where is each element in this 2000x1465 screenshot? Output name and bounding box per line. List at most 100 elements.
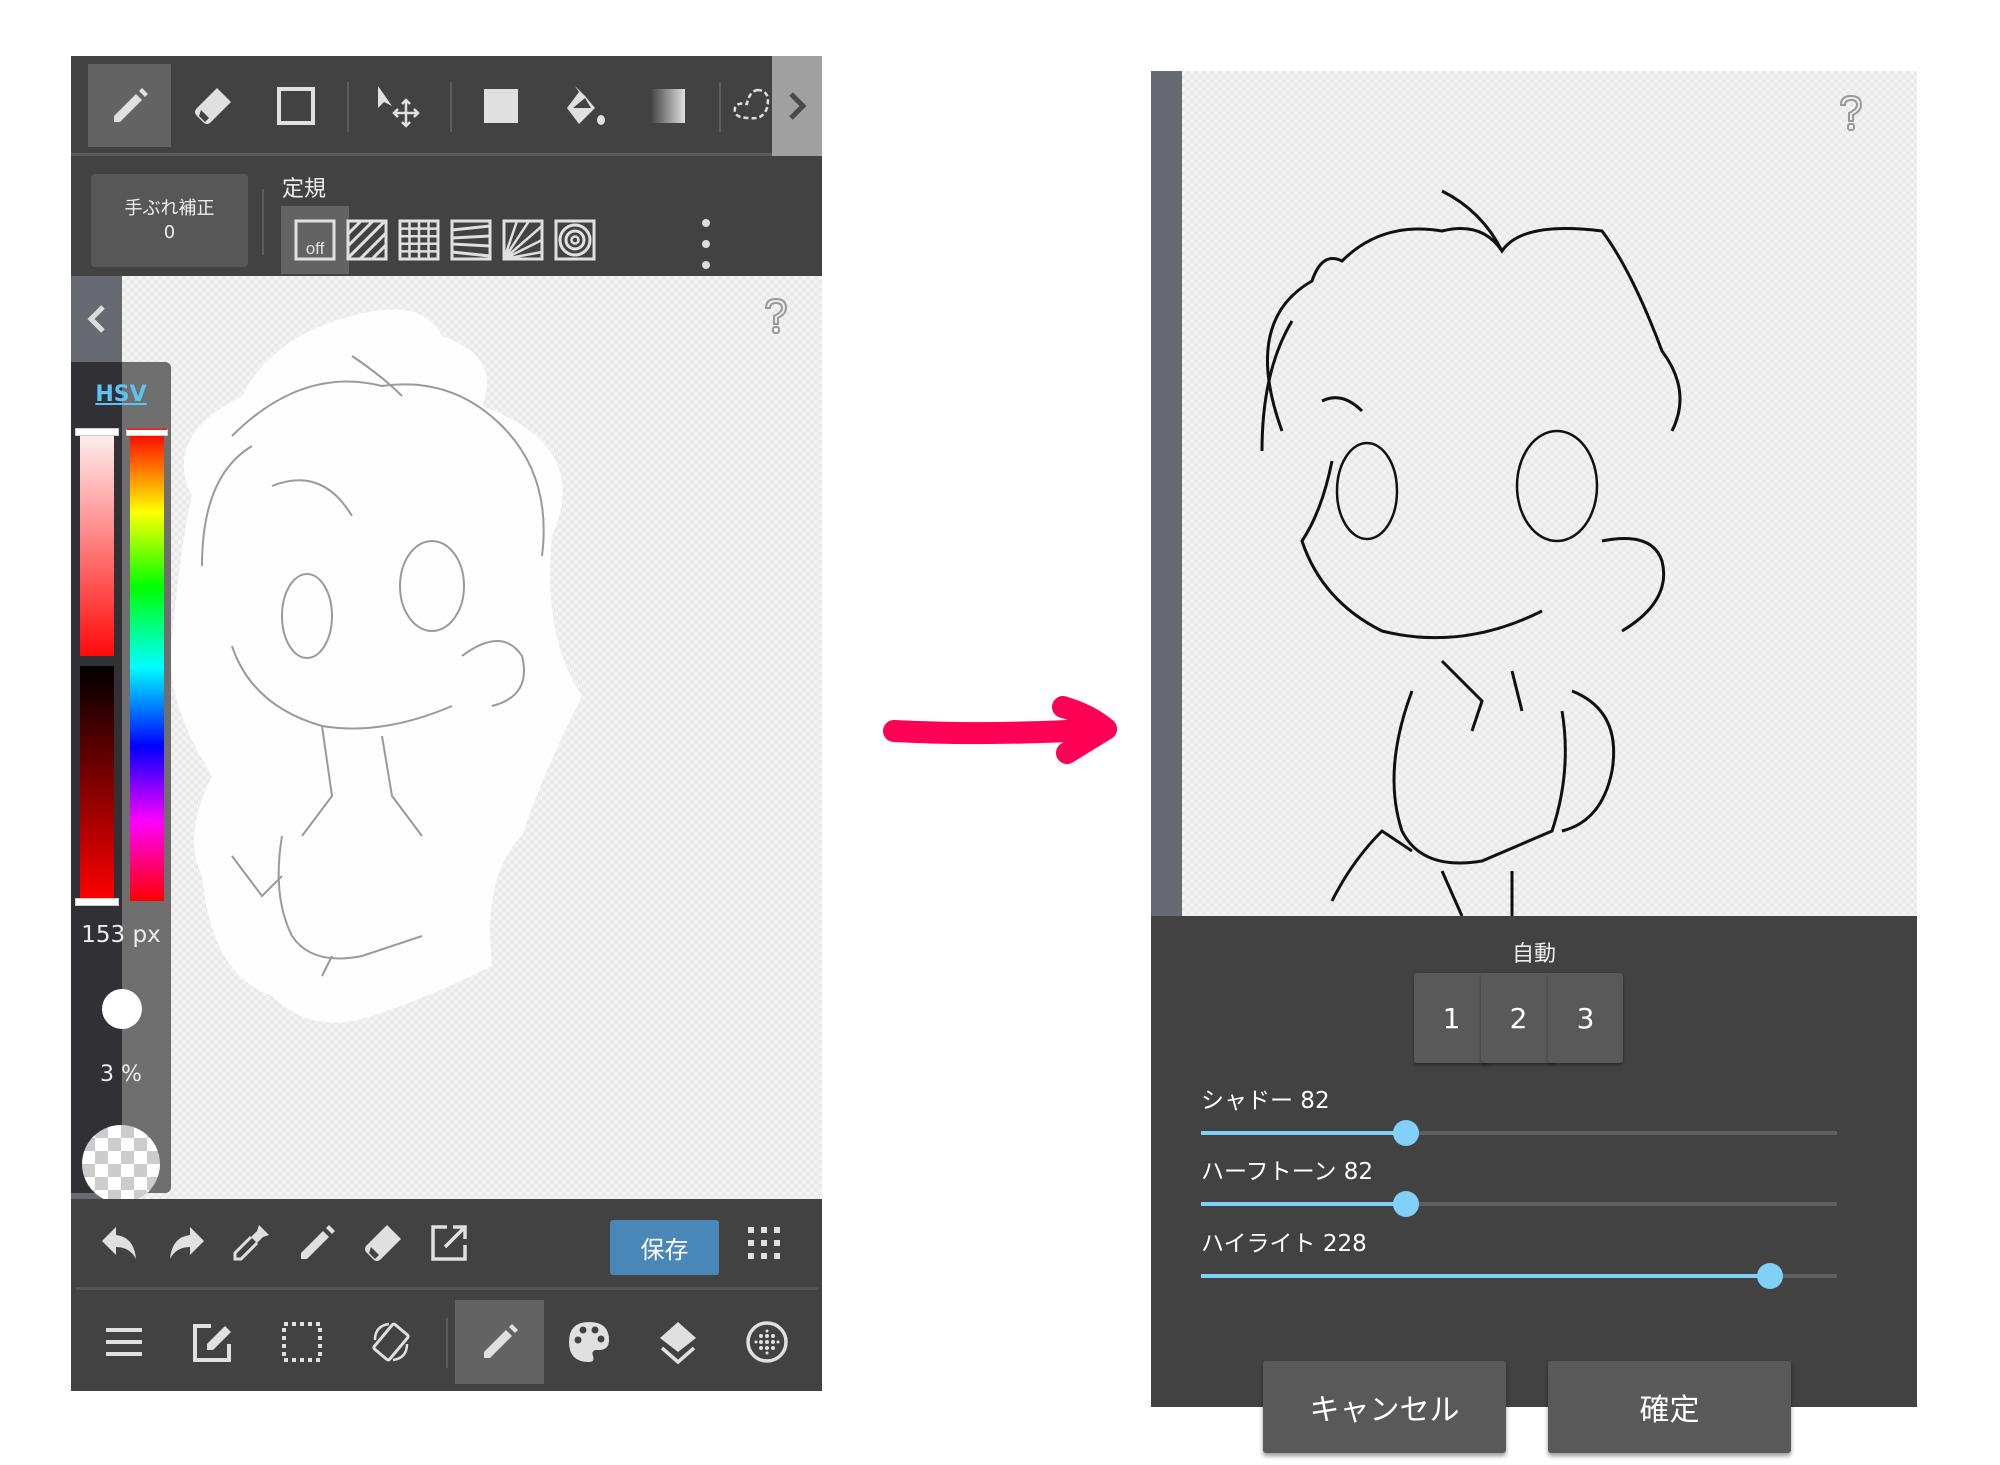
eraser-icon (365, 1225, 401, 1261)
gradient-icon (650, 88, 685, 123)
redo-button[interactable] (156, 1213, 216, 1273)
toolbar-divider (719, 82, 721, 132)
export-button[interactable] (419, 1213, 479, 1273)
undo-button[interactable] (90, 1213, 150, 1273)
parallel-ruler-icon (346, 219, 388, 261)
preset-3-button[interactable]: 3 (1548, 973, 1623, 1063)
value-slider[interactable] (80, 666, 114, 901)
saturation-slider[interactable] (80, 432, 114, 656)
confirm-button[interactable]: 確定 (1548, 1361, 1791, 1453)
drawing-canvas[interactable] (122, 276, 822, 1199)
rotate-canvas-icon (371, 1322, 410, 1362)
chevron-left-icon (86, 305, 105, 333)
tool-pen-button[interactable] (88, 64, 171, 147)
brush-size-preview[interactable] (102, 989, 142, 1029)
halftone-slider-fill (1201, 1202, 1406, 1206)
value-handle[interactable] (75, 898, 119, 906)
ruler-divider (262, 189, 264, 255)
collapse-color-panel-button[interactable] (71, 276, 122, 362)
toolbar-scroll-button[interactable] (772, 56, 822, 156)
toolbar-divider (347, 82, 349, 132)
filled-rectangle-icon (483, 88, 518, 123)
question-icon (1839, 94, 1863, 131)
palette-icon (568, 1322, 609, 1362)
left-app-screen: 手ぶれ補正 0 定規 off HSV 153 px 3 % 保存 (71, 56, 822, 1391)
chevron-right-icon (789, 92, 807, 120)
eyedropper-icon (233, 1225, 269, 1261)
stabilizer-value: 0 (163, 221, 176, 243)
palette-button[interactable] (544, 1300, 633, 1384)
hue-handle[interactable] (126, 428, 168, 436)
edit-icon (192, 1324, 231, 1362)
color-panel: HSV 153 px 3 % (71, 362, 171, 1203)
grid-ruler-icon (398, 219, 440, 261)
saturation-handle[interactable] (75, 428, 119, 436)
halftone-label: ハーフトーン 82 (1201, 1159, 1374, 1185)
highlight-slider[interactable] (1201, 1263, 1837, 1289)
export-icon (431, 1225, 467, 1261)
layers-icon (659, 1322, 696, 1365)
highlight-slider-thumb[interactable] (1756, 1263, 1783, 1289)
shadow-slider[interactable] (1201, 1120, 1837, 1146)
brush-icon (483, 1324, 518, 1358)
more-dot (702, 261, 710, 269)
preview-canvas[interactable] (1182, 71, 1917, 916)
selection-button[interactable] (257, 1300, 346, 1384)
tool-eraser-button[interactable] (171, 64, 254, 147)
right-app-screen: 自動 1 2 3 シャドー 82 ハーフトーン 82 ハイライト 228 キャン… (1151, 71, 1917, 1453)
menu-icon (105, 1328, 142, 1356)
material-icon (745, 1321, 788, 1363)
cancel-button[interactable]: キャンセル (1263, 1361, 1506, 1453)
help-button[interactable] (761, 296, 791, 340)
transition-arrow (883, 696, 1117, 764)
help-button[interactable] (1836, 93, 1866, 137)
paint-bucket-icon (566, 85, 605, 125)
tool-fill-rect-button[interactable] (459, 64, 542, 147)
edit-button[interactable] (168, 1300, 257, 1384)
ruler-concentric-button[interactable] (541, 206, 609, 274)
ruler-more-button[interactable] (691, 219, 721, 269)
pen-quick-button[interactable] (287, 1213, 347, 1273)
highlight-slider-fill (1201, 1274, 1770, 1278)
more-dot (702, 219, 710, 227)
undo-icon (102, 1227, 136, 1259)
redo-icon (170, 1227, 204, 1259)
halftone-slider-thumb[interactable] (1392, 1191, 1419, 1217)
brush-size-label[interactable]: 153 px (71, 922, 171, 948)
auto-label: 自動 (1511, 942, 1556, 967)
ruler-off-text: off (306, 239, 325, 258)
lasso-icon (733, 88, 770, 120)
hsv-mode-link[interactable]: HSV (71, 382, 171, 407)
opacity-preview[interactable] (82, 1125, 160, 1203)
material-button[interactable] (722, 1300, 811, 1384)
brush-button[interactable] (455, 1300, 544, 1384)
tool-toolbar (71, 56, 822, 156)
eyedropper-button[interactable] (221, 1213, 281, 1273)
shadow-slider-thumb[interactable] (1392, 1120, 1419, 1146)
menu-button[interactable] (79, 1300, 168, 1384)
tool-move-button[interactable] (356, 64, 439, 147)
rotate-canvas-button[interactable] (346, 1300, 435, 1384)
tool-lasso-button[interactable] (726, 64, 776, 147)
layers-button[interactable] (633, 1300, 722, 1384)
tool-bucket-button[interactable] (543, 64, 626, 147)
save-button[interactable]: 保存 (610, 1220, 719, 1275)
grid-menu-button[interactable] (734, 1213, 794, 1273)
preset-2-button[interactable]: 2 (1481, 973, 1556, 1063)
tool-gradient-button[interactable] (626, 64, 709, 147)
preset-1-button[interactable]: 1 (1414, 973, 1489, 1063)
more-dot (702, 240, 710, 248)
rectangle-outline-icon (276, 86, 315, 125)
halftone-slider[interactable] (1201, 1191, 1837, 1217)
bottom-nav-bar (71, 1290, 822, 1391)
hue-slider[interactable] (130, 432, 164, 901)
opacity-label[interactable]: 3 % (71, 1062, 171, 1087)
shadow-slider-fill (1201, 1131, 1406, 1135)
tool-shape-button[interactable] (254, 64, 337, 147)
eraser-quick-button[interactable] (353, 1213, 413, 1273)
concentric-ruler-icon (554, 219, 596, 261)
pencil-icon (301, 1225, 335, 1259)
perspective-ruler-icon (450, 219, 492, 261)
line-extraction-dialog: 自動 1 2 3 シャドー 82 ハーフトーン 82 ハイライト 228 キャン… (1151, 916, 1917, 1453)
stabilizer-button[interactable]: 手ぶれ補正 0 (91, 174, 248, 267)
